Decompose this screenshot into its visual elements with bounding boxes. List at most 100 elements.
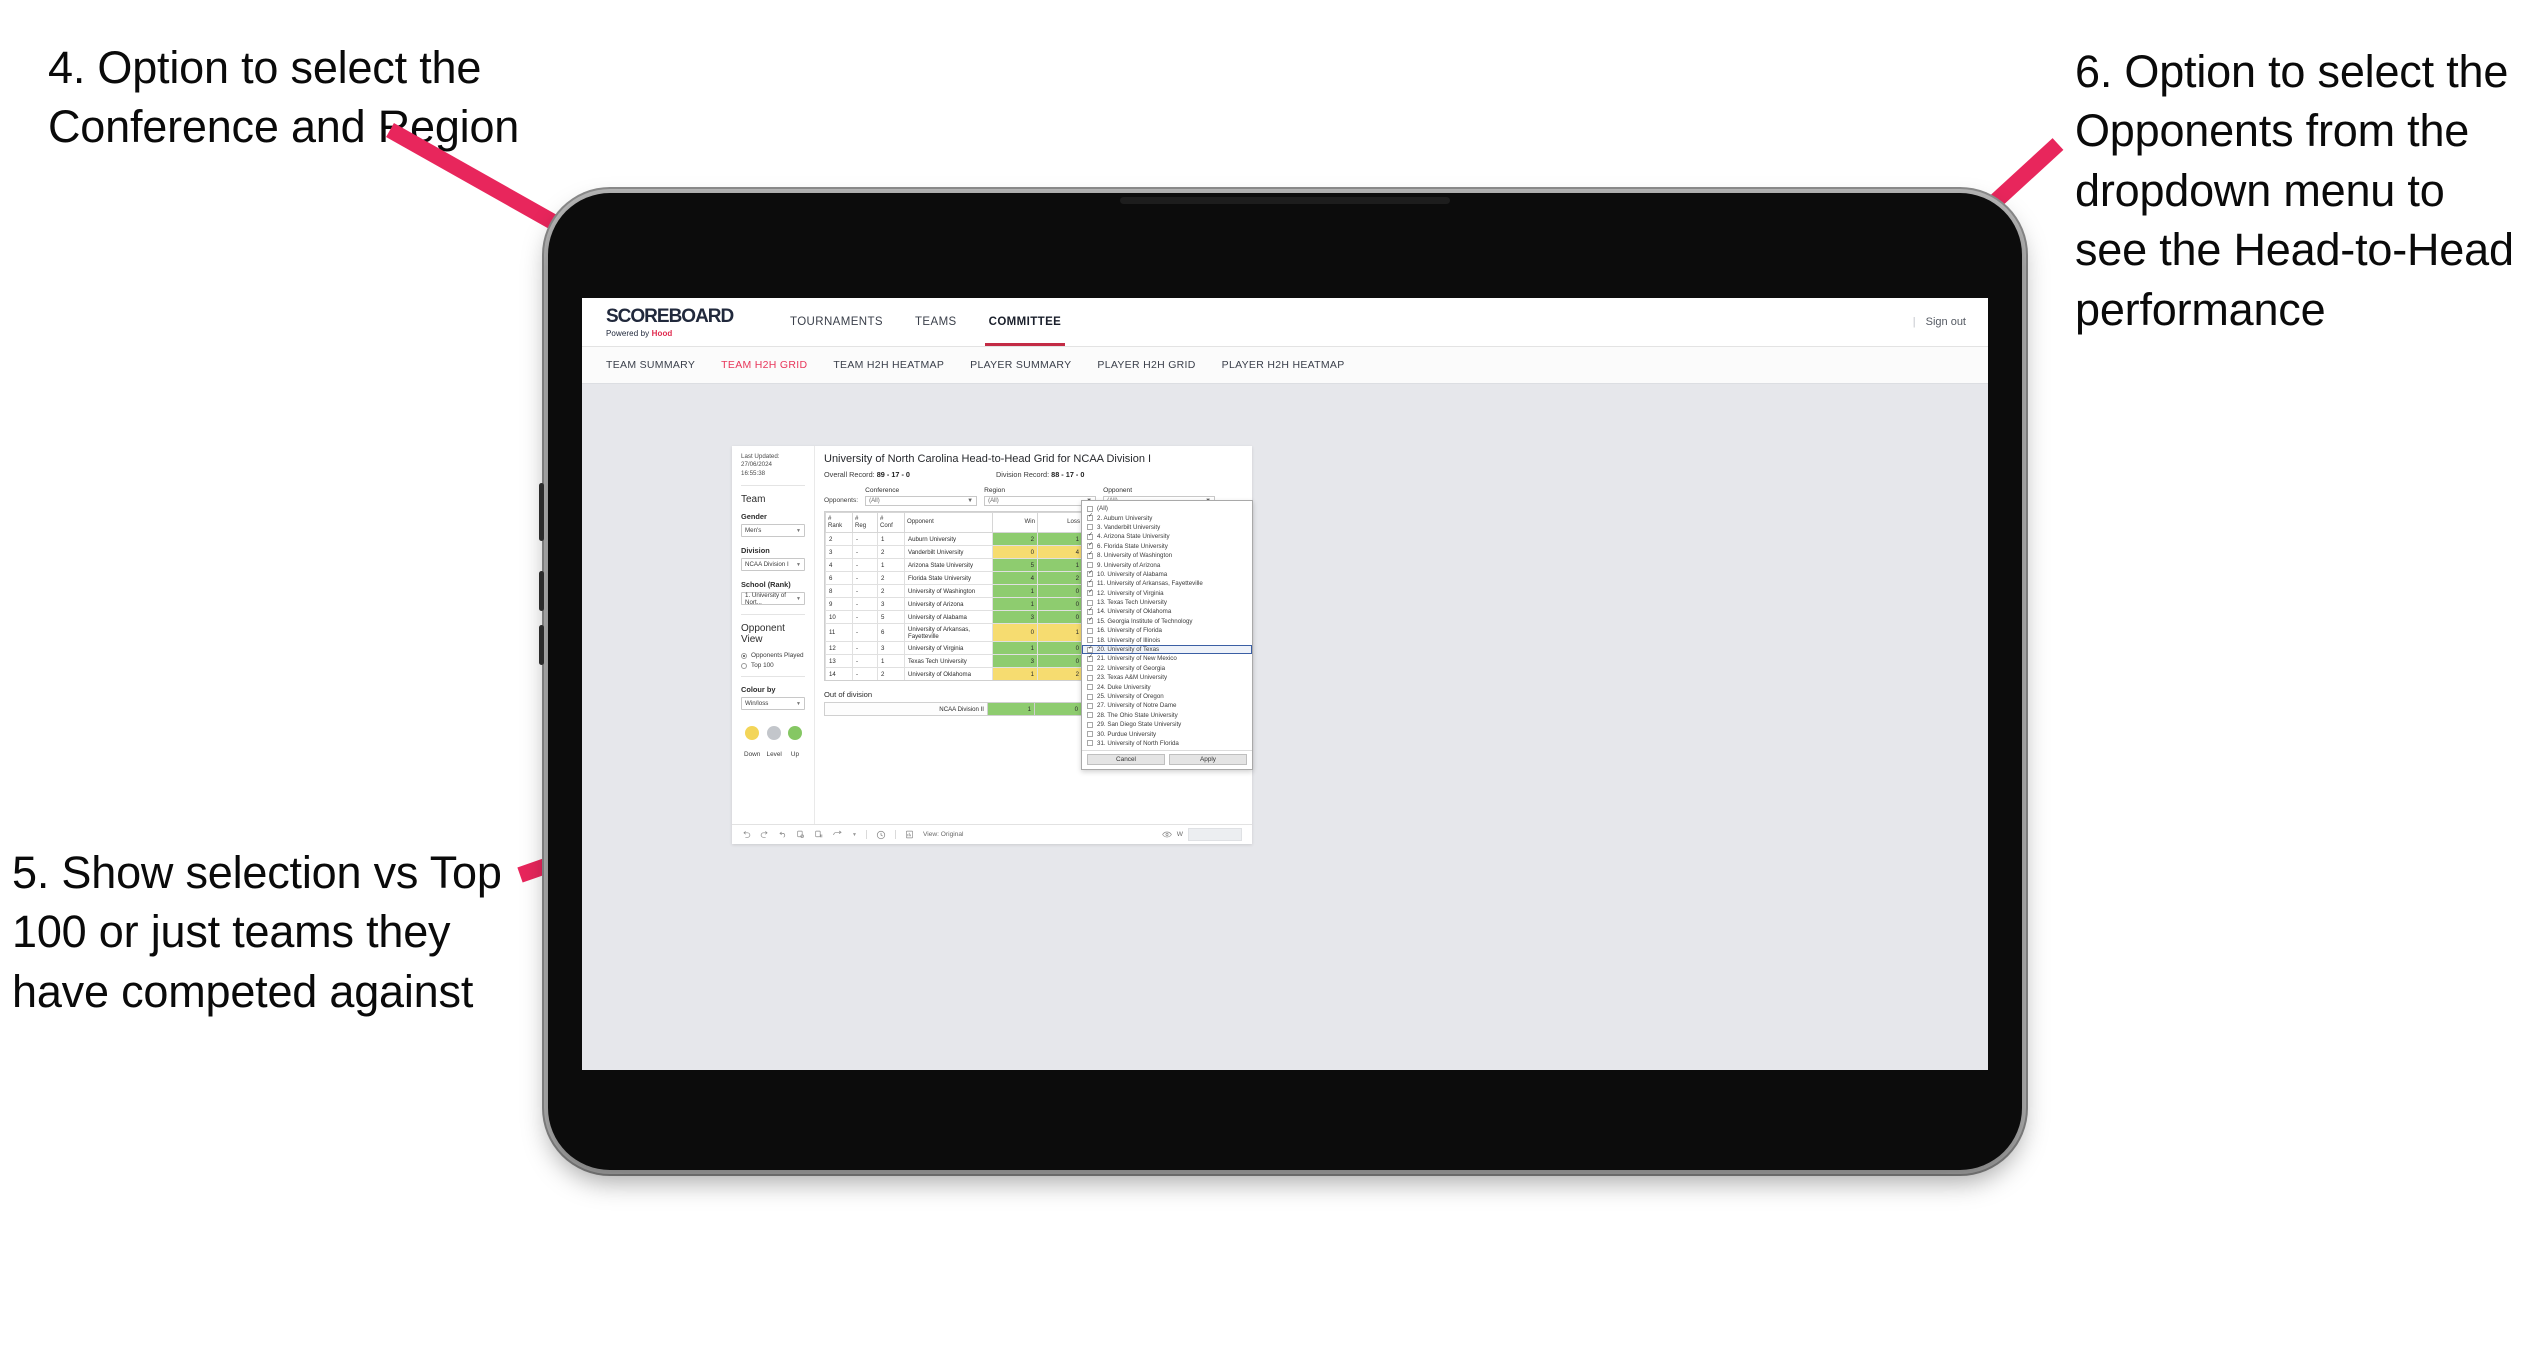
dropdown-item[interactable]: 15. Georgia Institute of Technology: [1082, 617, 1252, 626]
gender-select[interactable]: Men's ▼: [741, 524, 805, 538]
undo-icon[interactable]: [742, 830, 751, 839]
table-row[interactable]: 3-2 Vanderbilt University 0 4: [825, 545, 1108, 560]
table-row[interactable]: 9-3 University of Arizona 1 0: [825, 597, 1108, 612]
checkbox-icon[interactable]: [1087, 570, 1093, 578]
table-row[interactable]: 6-2 Florida State University 4 2: [825, 571, 1108, 586]
checkbox-icon[interactable]: [1087, 513, 1093, 522]
dropdown-item[interactable]: 25. University of Oregon: [1082, 692, 1252, 701]
checkbox-icon[interactable]: [1087, 579, 1093, 587]
apply-button[interactable]: Apply: [1169, 754, 1247, 766]
dropdown-item[interactable]: 29. San Diego State University: [1082, 720, 1252, 729]
dropdown-item[interactable]: 30. Purdue University: [1082, 729, 1252, 738]
checkbox-icon[interactable]: [1087, 702, 1093, 709]
radio-opponents-played[interactable]: Opponents Played: [741, 652, 805, 659]
nav-item-tournaments[interactable]: TOURNAMENTS: [774, 298, 899, 346]
toolbar-extra-box[interactable]: [1188, 828, 1242, 841]
subnav-player-summary[interactable]: PLAYER SUMMARY: [970, 359, 1071, 371]
watch-eye-icon[interactable]: [1161, 831, 1172, 838]
table-row[interactable]: 12-3 University of Virginia 1 0: [825, 641, 1108, 656]
dropdown-item[interactable]: 14. University of Oklahoma: [1082, 607, 1252, 616]
checkbox-icon[interactable]: [1087, 542, 1093, 550]
checkbox-icon[interactable]: [1087, 684, 1093, 691]
table-row[interactable]: 13-1 Texas Tech University 3 0: [825, 654, 1108, 669]
dropdown-item[interactable]: 31. University of North Florida: [1082, 739, 1252, 748]
checkbox-icon[interactable]: [1087, 674, 1093, 681]
dropdown-item[interactable]: 11. University of Arkansas, Fayetteville: [1082, 579, 1252, 588]
subnav-player-h2h-grid[interactable]: PLAYER H2H GRID: [1097, 359, 1195, 371]
share-icon[interactable]: [832, 830, 843, 839]
dropdown-item[interactable]: 9. University of Arizona: [1082, 560, 1252, 569]
checkbox-icon[interactable]: [1087, 627, 1093, 634]
subnav-team-summary[interactable]: TEAM SUMMARY: [606, 359, 695, 371]
dropdown-item[interactable]: 21. University of New Mexico: [1082, 654, 1252, 663]
checkbox-icon[interactable]: [1087, 607, 1093, 615]
checkbox-icon[interactable]: [1087, 665, 1093, 672]
subnav-team-h2h-grid[interactable]: TEAM H2H GRID: [721, 359, 807, 371]
checkbox-icon[interactable]: [1087, 740, 1093, 747]
subnav-player-h2h-heatmap[interactable]: PLAYER H2H HEATMAP: [1222, 359, 1345, 371]
table-row[interactable]: 8-2 University of Washington 1 0: [825, 584, 1108, 599]
cancel-button[interactable]: Cancel: [1087, 754, 1165, 766]
colour-by-select[interactable]: Win/loss ▼: [741, 697, 805, 711]
pause-auto-update-icon[interactable]: [814, 830, 823, 839]
table-row[interactable]: 10-5 University of Alabama 3 0: [825, 610, 1108, 625]
dropdown-item[interactable]: 12. University of Virginia: [1082, 589, 1252, 598]
subnav-team-h2h-heatmap[interactable]: TEAM H2H HEATMAP: [833, 359, 944, 371]
dropdown-item[interactable]: 2. Auburn University: [1082, 513, 1252, 522]
conference-filter-select[interactable]: (All) ▼: [865, 496, 978, 506]
checkbox-icon[interactable]: [1087, 654, 1093, 662]
watch-label[interactable]: W: [1177, 831, 1183, 838]
history-icon[interactable]: [876, 830, 886, 840]
checkbox-icon[interactable]: [1087, 712, 1093, 719]
checkbox-icon[interactable]: [1087, 693, 1093, 700]
dropdown-item[interactable]: 18. University of Illinois: [1082, 635, 1252, 644]
chevron-down-icon[interactable]: ▼: [852, 832, 857, 838]
dropdown-item[interactable]: 13. Texas Tech University: [1082, 598, 1252, 607]
table-row[interactable]: 11-6 University of Arkansas, Fayetteville…: [825, 623, 1108, 643]
checkbox-icon[interactable]: [1087, 721, 1093, 728]
checkbox-icon[interactable]: [1087, 599, 1093, 606]
radio-top-100[interactable]: Top 100: [741, 662, 805, 669]
table-row[interactable]: 14-2 University of Oklahoma 1 2: [825, 667, 1108, 680]
table-row[interactable]: 4-1 Arizona State University 5 1: [825, 558, 1108, 573]
table-row[interactable]: 2-1 Auburn University 2 1: [825, 532, 1108, 547]
dropdown-item[interactable]: 6. Florida State University: [1082, 542, 1252, 551]
opponent-dropdown-panel[interactable]: (All)2. Auburn University3. Vanderbilt U…: [1081, 500, 1253, 771]
checkbox-icon[interactable]: [1087, 532, 1093, 540]
dropdown-item[interactable]: 28. The Ohio State University: [1082, 711, 1252, 720]
division-select[interactable]: NCAA Division I ▼: [741, 558, 805, 572]
dropdown-item[interactable]: 23. Texas A&M University: [1082, 673, 1252, 682]
nav-item-committee[interactable]: COMMITTEE: [973, 298, 1078, 346]
radio-top-100-label: Top 100: [751, 662, 774, 670]
revert-icon[interactable]: [778, 830, 787, 839]
dropdown-item[interactable]: 16. University of Florida: [1082, 626, 1252, 635]
view-original-label[interactable]: View: Original: [923, 831, 964, 838]
checkbox-icon[interactable]: [1087, 524, 1093, 531]
sign-out-link[interactable]: Sign out: [1926, 316, 1966, 328]
dropdown-item[interactable]: 8. University of Washington: [1082, 551, 1252, 560]
checkbox-icon[interactable]: [1087, 645, 1093, 653]
refresh-icon[interactable]: [796, 830, 805, 839]
checkbox-icon[interactable]: [1087, 731, 1093, 738]
dropdown-item[interactable]: 24. Duke University: [1082, 682, 1252, 691]
checkbox-icon[interactable]: [1087, 617, 1093, 625]
dropdown-item[interactable]: 27. University of Notre Dame: [1082, 701, 1252, 710]
dropdown-item[interactable]: (All): [1082, 504, 1252, 513]
dropdown-item[interactable]: 10. University of Alabama: [1082, 570, 1252, 579]
dropdown-item[interactable]: 4. Arizona State University: [1082, 532, 1252, 541]
h2h-grid-container[interactable]: # Rank # Reg # Conf Opponent Win Loss 2 …: [824, 511, 1109, 681]
checkbox-icon[interactable]: [1087, 551, 1093, 559]
nav-item-teams[interactable]: TEAMS: [899, 298, 973, 346]
dropdown-item[interactable]: 3. Vanderbilt University: [1082, 523, 1252, 532]
dropdown-item[interactable]: 22. University of Georgia: [1082, 664, 1252, 673]
brand-logo[interactable]: SCOREBOARD Powered by Hood: [582, 298, 774, 346]
region-filter-select[interactable]: (All) ▼: [984, 496, 1097, 506]
checkbox-icon[interactable]: [1087, 562, 1093, 569]
checkbox-icon[interactable]: [1087, 637, 1093, 644]
school-rank-select[interactable]: 1. University of Nort... ▼: [741, 592, 805, 606]
checkbox-icon[interactable]: [1087, 589, 1093, 597]
dropdown-item[interactable]: 20. University of Texas: [1082, 644, 1252, 655]
out-of-division-table: NCAA Division II 1 0: [824, 702, 1109, 716]
checkbox-icon[interactable]: [1087, 505, 1093, 512]
redo-icon[interactable]: [760, 830, 769, 839]
